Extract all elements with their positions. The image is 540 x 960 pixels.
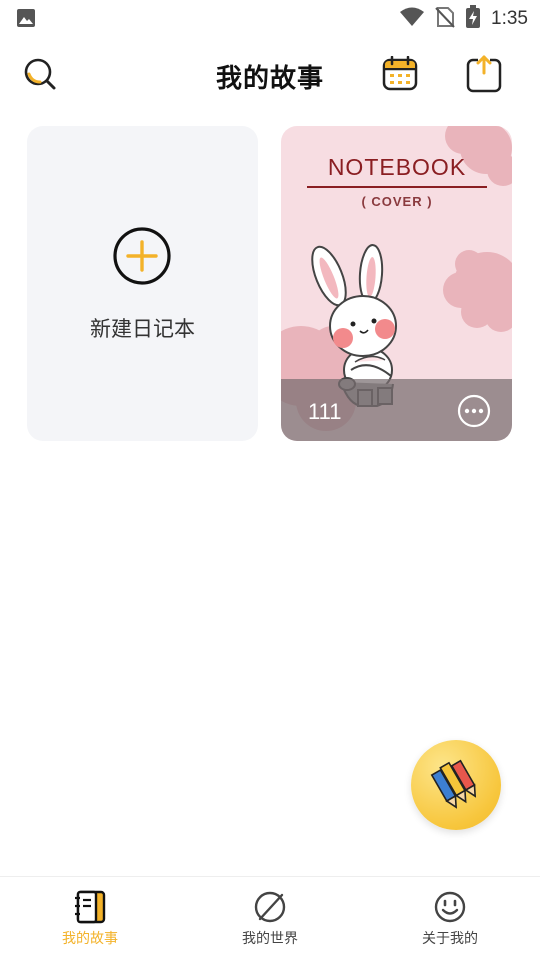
cover-subtitle: ( COVER ) [361, 194, 433, 209]
calendar-icon [382, 55, 418, 96]
battery-charging-icon [465, 5, 481, 33]
nav-my-world[interactable]: 我的世界 [180, 877, 360, 960]
status-bar: 1:35 [0, 0, 540, 36]
write-diary-button[interactable] [411, 740, 501, 830]
entry-count: 111 [308, 399, 342, 424]
status-time: 1:35 [491, 8, 528, 29]
nav-label-my-world: 我的世界 [242, 931, 298, 947]
gallery-notification-icon [16, 8, 36, 32]
new-notebook-label: 新建日记本 [90, 317, 195, 341]
share-export-icon [466, 55, 502, 97]
cover-divider [307, 186, 487, 188]
no-sim-icon [435, 6, 455, 32]
app-header: 我的故事 [0, 48, 540, 104]
add-circle-icon [112, 226, 172, 290]
more-options-icon[interactable] [457, 394, 491, 432]
pencils-icon [429, 756, 483, 814]
nav-my-stories[interactable]: 我的故事 [0, 877, 180, 960]
nav-about-me[interactable]: 关于我的 [360, 877, 540, 960]
notebook-icon [74, 890, 106, 924]
page-title: 我的故事 [215, 64, 324, 94]
bottom-navigation: 我的故事 我的世界 关于我的 [0, 876, 540, 960]
nav-label-my-stories: 我的故事 [62, 931, 118, 947]
notebook-card[interactable]: NOTEBOOK ( COVER ) 111 [281, 126, 512, 441]
calendar-button[interactable] [380, 55, 420, 96]
smiley-icon [434, 890, 466, 924]
share-export-button[interactable] [464, 55, 504, 97]
planet-icon [254, 890, 286, 924]
nav-label-about-me: 关于我的 [422, 931, 478, 947]
new-notebook-card[interactable]: 新建日记本 [27, 126, 258, 441]
cover-title: NOTEBOOK [327, 154, 467, 180]
wifi-icon [399, 7, 425, 31]
